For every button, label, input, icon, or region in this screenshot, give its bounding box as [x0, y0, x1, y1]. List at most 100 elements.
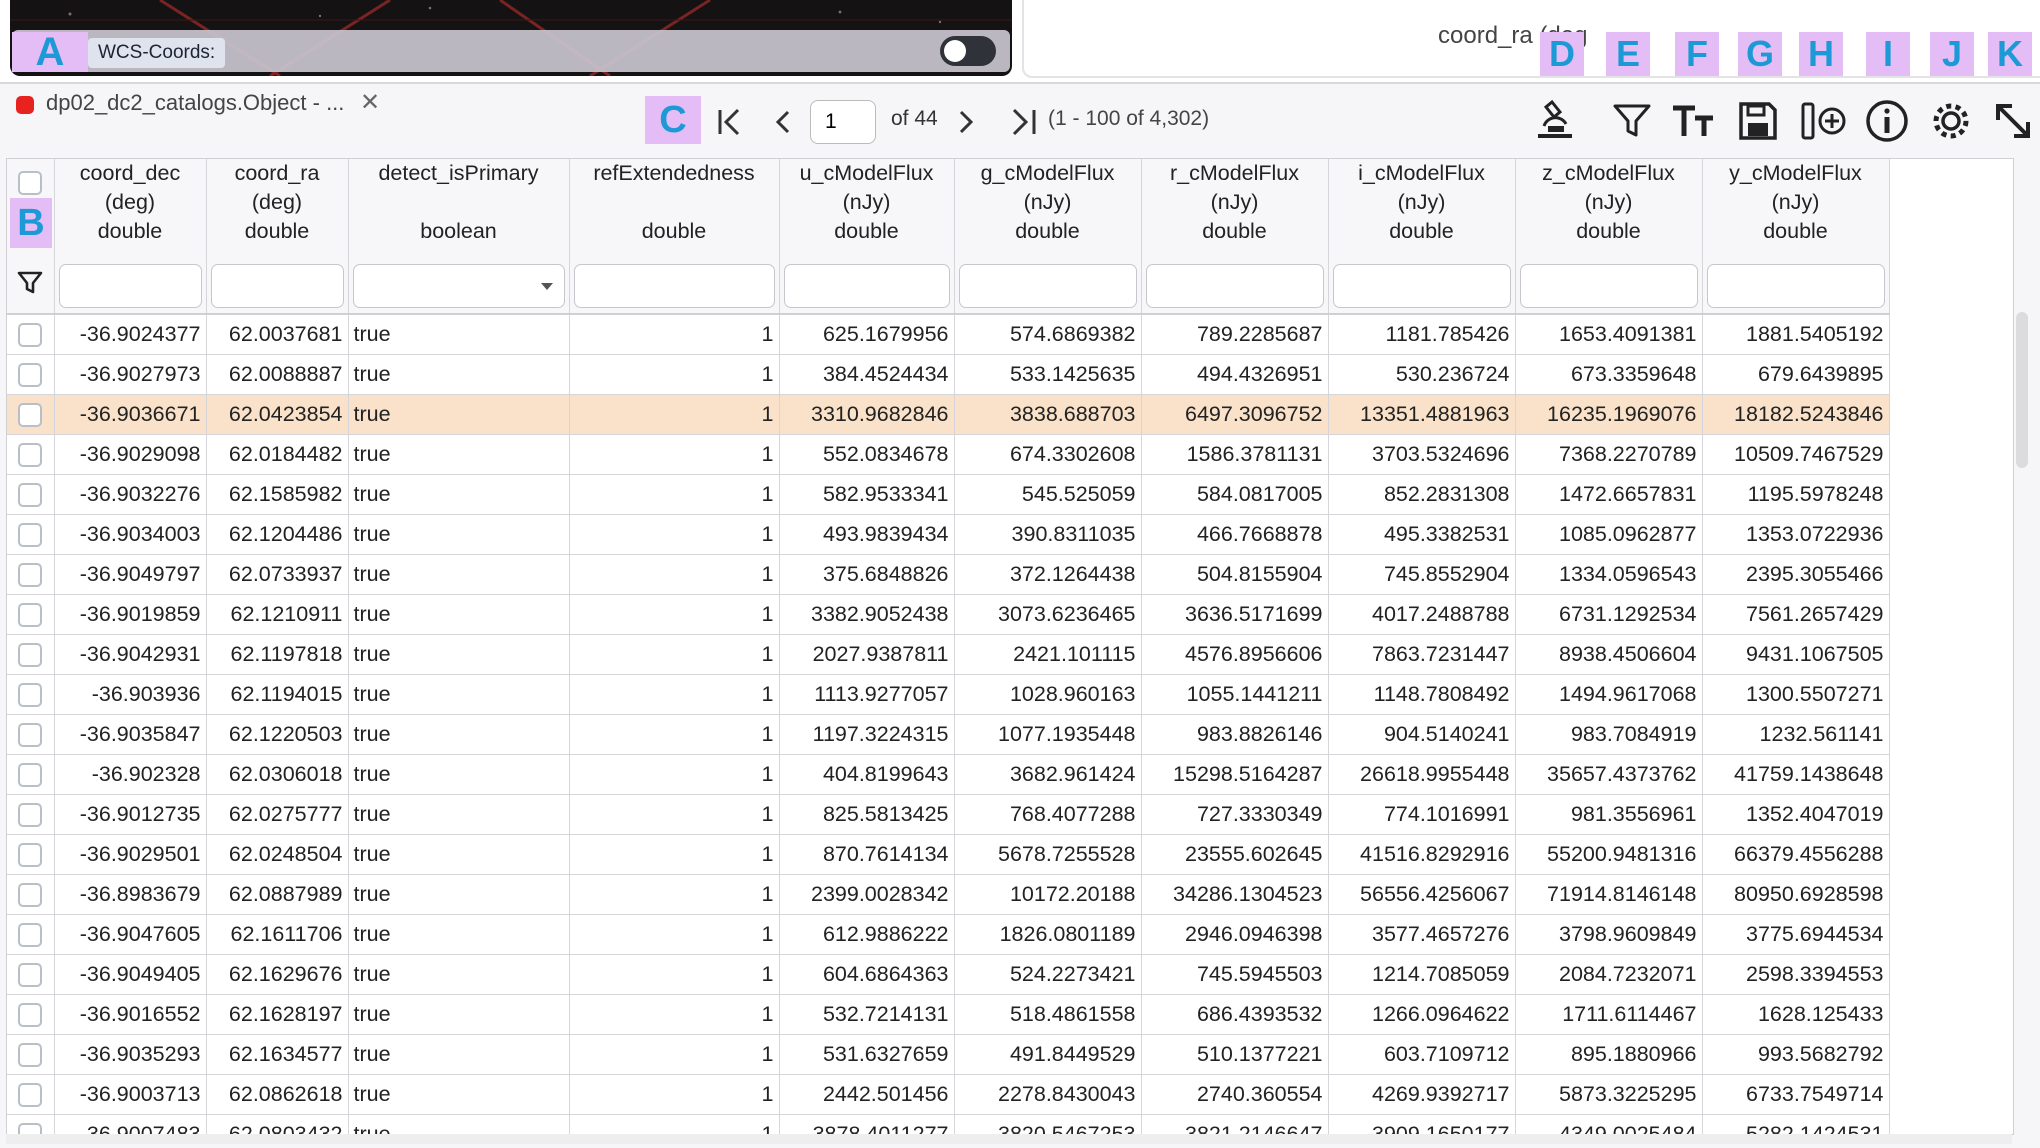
table-cell[interactable]: 4269.9392717	[1328, 1074, 1516, 1115]
table-cell[interactable]: 62.1628197	[206, 994, 349, 1035]
table-row[interactable]: -36.9047605 62.1611706 true 1 612.9886222 182…	[7, 914, 1890, 955]
table-cell[interactable]: 62.0275777	[206, 794, 349, 835]
table-cell[interactable]: 3775.6944534	[1702, 914, 1890, 955]
table-row[interactable]: -36.9012735 62.0275777 true 1 825.5813425 768…	[7, 794, 1890, 835]
table-cell[interactable]: 62.1629676	[206, 954, 349, 995]
table-cell[interactable]: 1	[569, 514, 780, 555]
table-row[interactable]: -36.9032276 62.1585982 true 1 582.9533341 545…	[7, 474, 1890, 515]
column-header[interactable]: detect_isPrimary boolean	[348, 159, 570, 259]
table-cell[interactable]: true	[348, 634, 570, 675]
table-cell[interactable]: true	[348, 474, 570, 515]
table-cell[interactable]: 1	[569, 554, 780, 595]
row-checkbox[interactable]	[18, 522, 43, 547]
table-cell[interactable]: 679.6439895	[1702, 354, 1890, 395]
column-header[interactable]: r_cModelFlux (nJy) double	[1141, 159, 1329, 259]
table-row[interactable]: -36.9024377 62.0037681 true 1 625.1679956 574…	[7, 314, 1890, 355]
table-cell[interactable]: 1	[569, 914, 780, 955]
table-cell[interactable]: 18182.5243846	[1702, 394, 1890, 435]
column-header[interactable]: y_cModelFlux (nJy) double	[1702, 159, 1890, 259]
column-header[interactable]: g_cModelFlux (nJy) double	[954, 159, 1142, 259]
table-cell[interactable]: -36.9035847	[54, 714, 207, 755]
table-cell[interactable]: -36.9036671	[54, 394, 207, 435]
table-cell[interactable]: 574.6869382	[954, 314, 1142, 355]
table-cell[interactable]: 3073.6236465	[954, 594, 1142, 635]
table-cell[interactable]: 1	[569, 1114, 780, 1134]
table-cell[interactable]: 625.1679956	[779, 314, 955, 355]
row-checkbox[interactable]	[18, 962, 43, 987]
next-page-icon[interactable]	[955, 100, 979, 144]
table-cell[interactable]: 981.3556961	[1515, 794, 1703, 835]
table-cell[interactable]: 3838.688703	[954, 394, 1142, 435]
table-cell[interactable]: 1214.7085059	[1328, 954, 1516, 995]
table-cell[interactable]: 62.1197818	[206, 634, 349, 675]
column-header[interactable]: z_cModelFlux (nJy) double	[1515, 159, 1703, 259]
row-checkbox[interactable]	[18, 922, 43, 947]
table-cell[interactable]: 4017.2488788	[1328, 594, 1516, 635]
table-cell[interactable]: 62.0423854	[206, 394, 349, 435]
table-cell[interactable]: 603.7109712	[1328, 1034, 1516, 1075]
table-cell[interactable]: true	[348, 794, 570, 835]
table-cell[interactable]: 16235.1969076	[1515, 394, 1703, 435]
first-page-icon[interactable]	[716, 100, 746, 144]
page-number-input[interactable]	[810, 100, 876, 144]
table-cell[interactable]: -36.9016552	[54, 994, 207, 1035]
column-filter-input[interactable]	[1332, 264, 1511, 308]
table-cell[interactable]: -36.9049797	[54, 554, 207, 595]
table-cell[interactable]: 1	[569, 474, 780, 515]
row-checkbox[interactable]	[18, 762, 43, 787]
table-cell[interactable]: 1472.6657831	[1515, 474, 1703, 515]
column-header[interactable]: coord_ra (deg) double	[206, 159, 349, 259]
table-cell[interactable]: 4349.0025484	[1515, 1114, 1703, 1134]
table-cell[interactable]: 552.0834678	[779, 434, 955, 475]
table-cell[interactable]: 9431.1067505	[1702, 634, 1890, 675]
table-row[interactable]: -36.9036671 62.0423854 true 1 3310.9682846 38…	[7, 394, 1890, 435]
row-checkbox[interactable]	[18, 362, 43, 387]
select-all-checkbox[interactable]	[18, 171, 43, 195]
table-cell[interactable]: 1	[569, 754, 780, 795]
table-cell[interactable]: 533.1425635	[954, 354, 1142, 395]
table-row[interactable]: -36.9016552 62.1628197 true 1 532.7214131 518…	[7, 994, 1890, 1035]
table-row[interactable]: -36.9035847 62.1220503 true 1 1197.3224315 10…	[7, 714, 1890, 755]
table-cell[interactable]: 62.1204486	[206, 514, 349, 555]
row-checkbox[interactable]	[18, 402, 43, 427]
table-cell[interactable]: 2442.501456	[779, 1074, 955, 1115]
table-cell[interactable]: 582.9533341	[779, 474, 955, 515]
column-header[interactable]: refExtendedness double	[569, 159, 780, 259]
table-cell[interactable]: true	[348, 674, 570, 715]
table-cell[interactable]: 2395.3055466	[1702, 554, 1890, 595]
table-cell[interactable]: 745.5945503	[1141, 954, 1329, 995]
previous-page-icon[interactable]	[770, 100, 794, 144]
table-cell[interactable]: true	[348, 554, 570, 595]
table-row[interactable]: -36.9035293 62.1634577 true 1 531.6327659 491…	[7, 1034, 1890, 1075]
table-cell[interactable]: 3909.1650177	[1328, 1114, 1516, 1134]
table-cell[interactable]: 774.1016991	[1328, 794, 1516, 835]
table-cell[interactable]: true	[348, 994, 570, 1035]
table-cell[interactable]: -36.9019859	[54, 594, 207, 635]
table-cell[interactable]: 80950.6928598	[1702, 874, 1890, 915]
table-cell[interactable]: 62.0887989	[206, 874, 349, 915]
table-row[interactable]: -36.902328 62.0306018 true 1 404.8199643 3682…	[7, 754, 1890, 795]
table-cell[interactable]: 727.3330349	[1141, 794, 1329, 835]
table-cell[interactable]: 56556.4256067	[1328, 874, 1516, 915]
table-cell[interactable]: 1334.0596543	[1515, 554, 1703, 595]
table-cell[interactable]: -36.8983679	[54, 874, 207, 915]
table-cell[interactable]: 1	[569, 434, 780, 475]
table-cell[interactable]: true	[348, 834, 570, 875]
table-cell[interactable]: 612.9886222	[779, 914, 955, 955]
table-cell[interactable]: -36.9049405	[54, 954, 207, 995]
table-row[interactable]: -36.9034003 62.1204486 true 1 493.9839434 390…	[7, 514, 1890, 555]
table-cell[interactable]: 1	[569, 794, 780, 835]
table-cell[interactable]: 6733.7549714	[1702, 1074, 1890, 1115]
last-page-icon[interactable]	[1008, 100, 1038, 144]
row-checkbox[interactable]	[18, 802, 43, 827]
table-cell[interactable]: 983.7084919	[1515, 714, 1703, 755]
column-header[interactable]: i_cModelFlux (nJy) double	[1328, 159, 1516, 259]
table-cell[interactable]: 825.5813425	[779, 794, 955, 835]
table-cell[interactable]: 6497.3096752	[1141, 394, 1329, 435]
table-cell[interactable]: 983.8826146	[1141, 714, 1329, 755]
table-cell[interactable]: 1881.5405192	[1702, 314, 1890, 355]
table-cell[interactable]: 2399.0028342	[779, 874, 955, 915]
table-cell[interactable]: 10509.7467529	[1702, 434, 1890, 475]
table-cell[interactable]: 6731.1292534	[1515, 594, 1703, 635]
table-cell[interactable]: 1300.5507271	[1702, 674, 1890, 715]
